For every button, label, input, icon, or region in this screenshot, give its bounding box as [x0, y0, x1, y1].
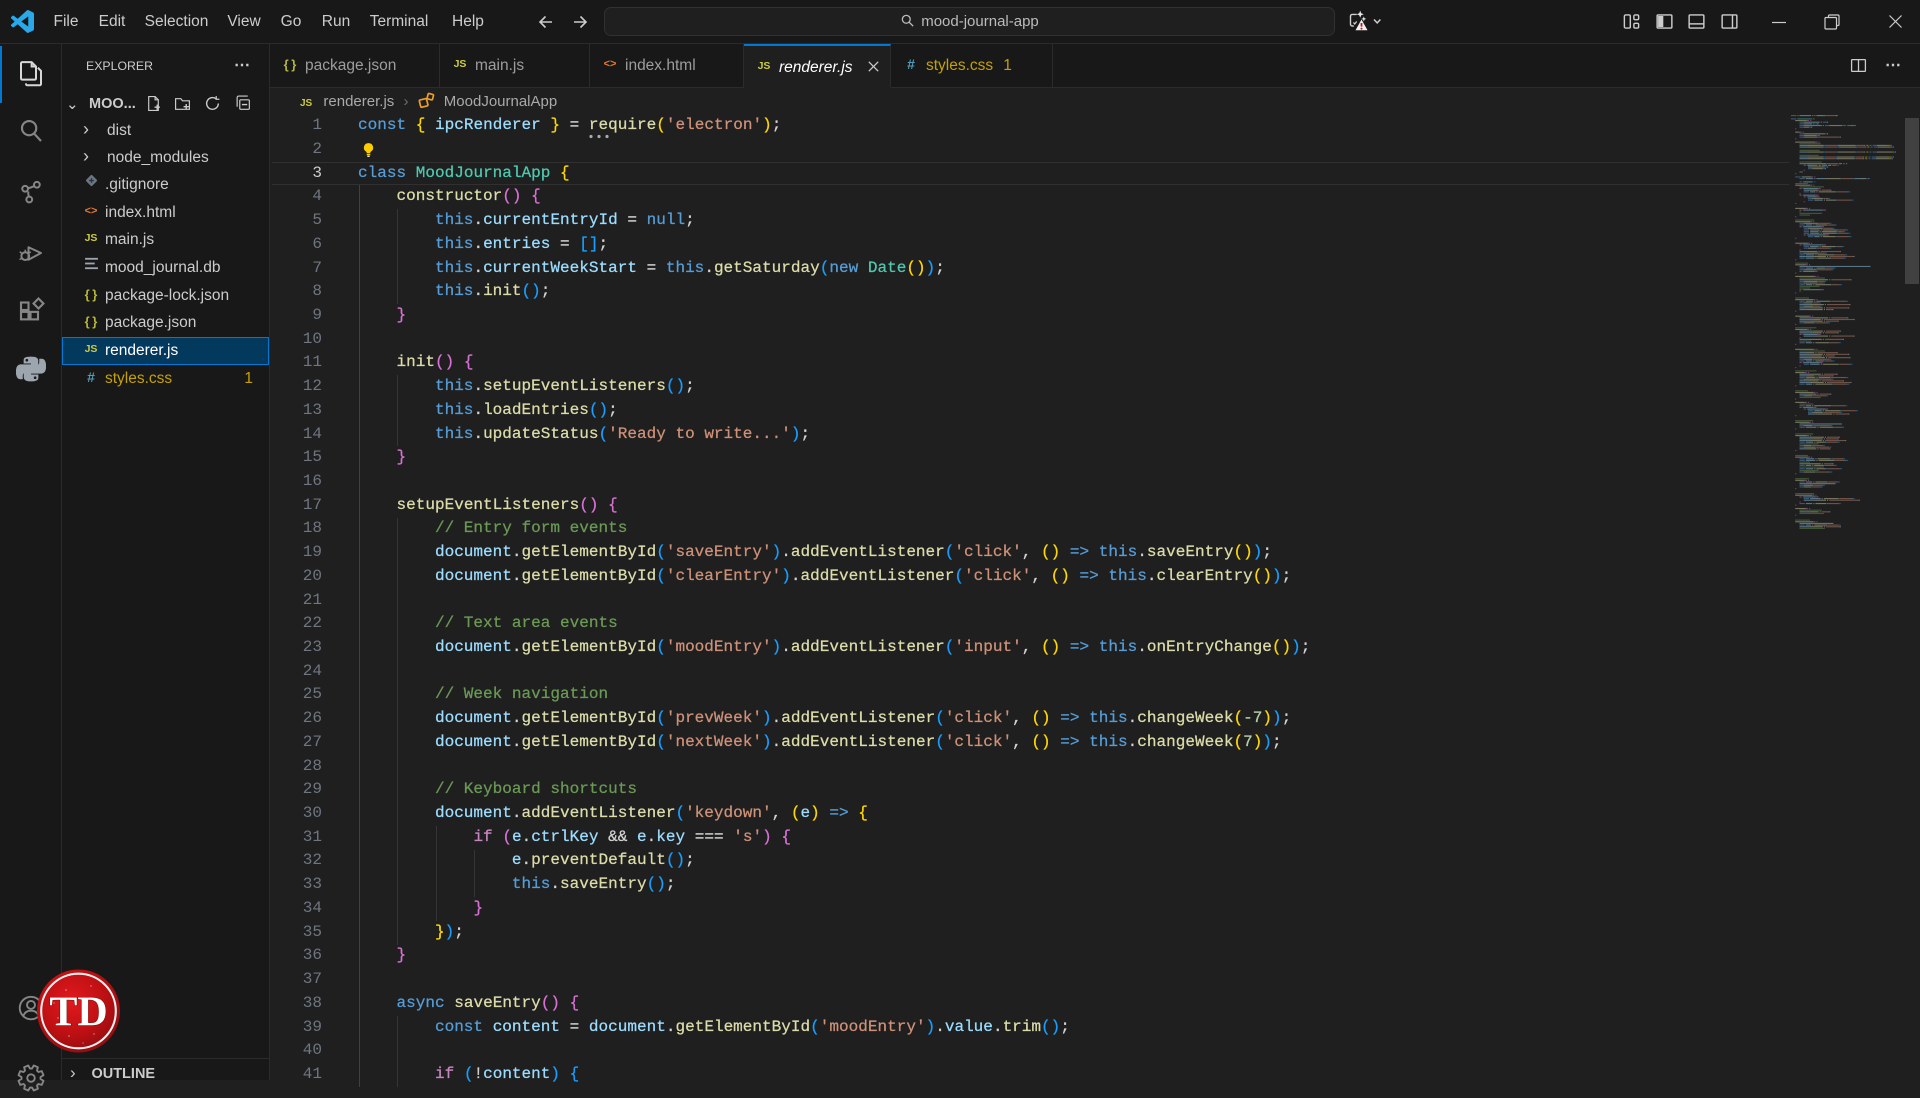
svg-text:TD: TD: [49, 990, 107, 1036]
